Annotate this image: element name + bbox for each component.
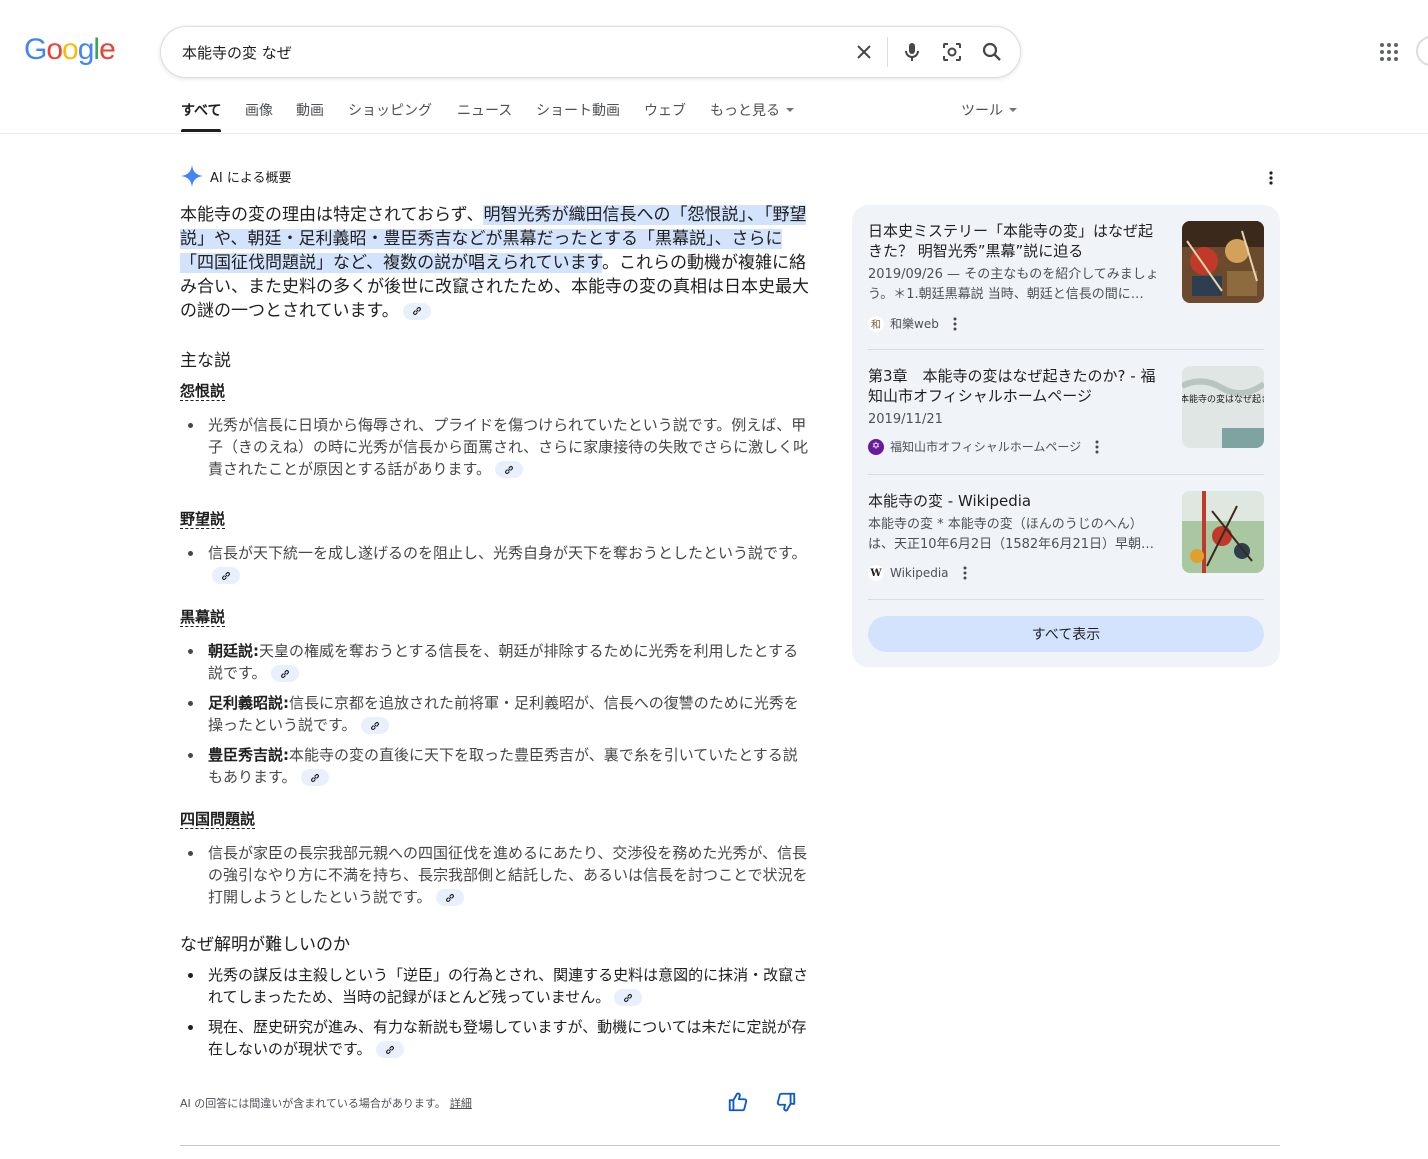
more-options-icon[interactable] xyxy=(963,566,967,580)
thumbs-down-icon[interactable] xyxy=(775,1091,797,1113)
microphone-icon[interactable] xyxy=(900,40,924,64)
tab-more[interactable]: もっと見る xyxy=(710,100,794,120)
chevron-down-icon xyxy=(786,108,794,112)
thumbs-up-icon[interactable] xyxy=(727,1091,749,1113)
theory-term: 朝廷説: xyxy=(208,642,259,660)
search-box[interactable]: 本能寺の変 なぜ xyxy=(160,26,1021,78)
why-text: 現在、歴史研究が進み、有力な新説も登場していますが、動機については未だに定説が存… xyxy=(208,1018,807,1058)
source-site: W Wikipedia xyxy=(868,565,967,581)
source-site-name: 和樂web xyxy=(890,317,939,331)
tab-all[interactable]: すべて xyxy=(181,100,221,120)
avatar[interactable] xyxy=(1416,36,1428,66)
theory-shikoku-heading: 四国問題説 xyxy=(180,810,256,829)
tab-videos[interactable]: 動画 xyxy=(296,100,324,120)
samurai-painting-thumbnail[interactable] xyxy=(1182,221,1264,303)
search-input[interactable]: 本能寺の変 なぜ xyxy=(182,42,292,63)
disclaimer-text: AI の回答には間違いが含まれている場合があります。 xyxy=(180,1097,446,1110)
tab-images[interactable]: 画像 xyxy=(245,100,273,120)
citation-link-icon[interactable] xyxy=(614,989,643,1006)
list-item: 光秀が信長に日頃から侮辱され、プライドを傷つけられていたという説です。例えば、甲… xyxy=(188,414,812,480)
summary-text: 本能寺の変の理由は特定されておらず、 xyxy=(180,205,484,225)
list-item: 信長が家臣の長宗我部元親への四国征伐を進めるにあたり、交渉役を務めた光秀が、信長… xyxy=(188,842,812,908)
ai-overview-header: AI による概要 xyxy=(180,164,291,188)
google-logo[interactable]: Google xyxy=(24,33,116,67)
list-item: 光秀の謀反は主殺しという「逆臣」の行為とされ、関連する史料は意図的に抹消・改竄さ… xyxy=(188,964,812,1008)
source-title[interactable]: 本能寺の変 - Wikipedia xyxy=(868,491,1160,511)
card-divider xyxy=(868,599,1264,600)
source-card[interactable]: 日本史ミステリー「本能寺の変」はなぜ起きた？ 明智光秀”黒幕”説に迫る 2019… xyxy=(868,221,1264,333)
section-divider xyxy=(180,1145,1280,1146)
search-divider xyxy=(887,37,888,67)
sources-panel: 日本史ミステリー「本能寺の変」はなぜ起きた？ 明智光秀”黒幕”説に迫る 2019… xyxy=(852,205,1280,667)
ai-overview-title: AI による概要 xyxy=(210,170,292,186)
apps-grid-icon[interactable] xyxy=(1379,42,1399,62)
list-item: 豊臣秀吉説:本能寺の変の直後に天下を取った豊臣秀吉が、裏で糸を引いていたとする説… xyxy=(188,744,812,788)
chevron-down-icon xyxy=(1009,108,1017,112)
wikipedia-favicon-icon: W xyxy=(868,565,884,581)
citation-link-icon[interactable] xyxy=(435,889,464,906)
theory-mastermind-heading: 黒幕説 xyxy=(180,608,226,627)
citation-link-icon[interactable] xyxy=(270,665,299,682)
battle-painting-thumbnail[interactable] xyxy=(1182,491,1264,573)
ai-disclaimer: AI の回答には間違いが含まれている場合があります。 詳細 xyxy=(180,1095,472,1111)
why-difficult-heading: なぜ解明が難しいのか xyxy=(180,935,350,955)
tab-news[interactable]: ニュース xyxy=(457,100,512,120)
thumbnail-caption: 本能寺の変はなぜ起きたのか？ xyxy=(1182,393,1264,405)
header-divider xyxy=(0,133,1428,134)
clear-icon[interactable] xyxy=(852,40,876,64)
theory-desc: 本能寺の変の直後に天下を取った豊臣秀吉が、裏で糸を引いていたとする説もあります。 xyxy=(208,746,798,786)
search-icon[interactable] xyxy=(980,40,1004,64)
theory-shikoku-text: 信長が家臣の長宗我部元親への四国征伐を進めるにあたり、交渉役を務めた光秀が、信長… xyxy=(208,844,808,906)
calligraphy-thumbnail[interactable]: 本能寺の変はなぜ起きたのか？ xyxy=(1182,366,1264,448)
tab-more-label: もっと見る xyxy=(710,103,780,119)
source-card[interactable]: 第3章 本能寺の変はなぜ起きたのか? - 福知山市オフィシャルホームページ 20… xyxy=(868,366,1264,462)
source-site-name: Wikipedia xyxy=(890,566,949,580)
theory-desc: 信長に京都を追放された前将軍・足利義昭が、信長への復讐のために光秀を操ったという… xyxy=(208,694,799,734)
main-theories-heading: 主な説 xyxy=(180,351,231,371)
list-item: 足利義昭説:信長に京都を追放された前将軍・足利義昭が、信長への復讐のために光秀を… xyxy=(188,692,812,736)
tools-label: ツール xyxy=(961,103,1003,119)
source-snippet: 2019/09/26 — その主なものを紹介してみましょう。＊1.朝廷黒幕説 当… xyxy=(868,267,1159,302)
active-tab-indicator xyxy=(181,129,221,132)
more-options-icon[interactable] xyxy=(953,317,957,331)
theory-ambition-text: 信長が天下統一を成し遂げるのを阻止し、光秀自身が天下を奪おうとしたという説です。 xyxy=(208,544,807,562)
ai-summary: 本能寺の変の理由は特定されておらず、明智光秀が織田信長への「怨恨説」、「野望説」… xyxy=(180,203,810,323)
theory-term: 足利義昭説: xyxy=(208,694,289,712)
tab-web[interactable]: ウェブ xyxy=(644,100,686,120)
card-divider xyxy=(868,349,1264,350)
show-all-button[interactable]: すべて表示 xyxy=(868,616,1264,652)
theory-ambition-heading: 野望説 xyxy=(180,510,226,529)
source-snippet: 2019/11/21 xyxy=(868,412,943,427)
citation-link-icon[interactable] xyxy=(212,567,240,584)
gemini-sparkle-icon xyxy=(181,165,203,187)
citation-link-icon[interactable] xyxy=(360,717,389,734)
source-site: ✡ 福知山市オフィシャルホームページ xyxy=(868,438,1099,455)
citation-link-icon[interactable] xyxy=(300,769,329,786)
list-item: 信長が天下統一を成し遂げるのを阻止し、光秀自身が天下を奪おうとしたという説です。 xyxy=(188,542,812,586)
wagaku-favicon-icon: 和 xyxy=(868,315,884,332)
theory-term: 豊臣秀吉説: xyxy=(208,746,289,764)
citation-link-icon[interactable] xyxy=(375,1041,404,1058)
card-divider xyxy=(868,474,1264,475)
citation-link-icon[interactable] xyxy=(495,461,524,478)
lens-camera-icon[interactable] xyxy=(940,40,964,64)
citation-link-icon[interactable] xyxy=(402,302,431,320)
more-options-icon[interactable] xyxy=(1262,168,1280,188)
tab-short-videos[interactable]: ショート動画 xyxy=(536,100,620,120)
source-title[interactable]: 日本史ミステリー「本能寺の変」はなぜ起きた？ 明智光秀”黒幕”説に迫る xyxy=(868,221,1160,261)
more-options-icon[interactable] xyxy=(1095,440,1099,454)
source-site-name: 福知山市オフィシャルホームページ xyxy=(890,440,1082,454)
list-item: 現在、歴史研究が進み、有力な新説も登場していますが、動機については未だに定説が存… xyxy=(188,1016,812,1060)
source-site: 和 和樂web xyxy=(868,315,957,332)
details-link[interactable]: 詳細 xyxy=(450,1097,472,1110)
why-text: 光秀の謀反は主殺しという「逆臣」の行為とされ、関連する史料は意図的に抹消・改竄さ… xyxy=(208,966,809,1006)
source-title[interactable]: 第3章 本能寺の変はなぜ起きたのか? - 福知山市オフィシャルホームページ xyxy=(868,366,1160,406)
source-snippet: 本能寺の変 * 本能寺の変（ほんのうじのへん）は、天正10年6月2日（1582年… xyxy=(868,517,1154,552)
source-card[interactable]: 本能寺の変 - Wikipedia 本能寺の変 * 本能寺の変（ほんのうじのへん… xyxy=(868,491,1264,587)
list-item: 朝廷説:天皇の権威を奪おうとする信長を、朝廷が排除するために光秀を利用したとする… xyxy=(188,640,812,684)
tools-button[interactable]: ツール xyxy=(961,100,1017,120)
theory-grudge-heading: 怨恨説 xyxy=(180,382,226,401)
tab-shopping[interactable]: ショッピング xyxy=(348,100,432,120)
fukuchiyama-favicon-icon: ✡ xyxy=(868,438,884,455)
